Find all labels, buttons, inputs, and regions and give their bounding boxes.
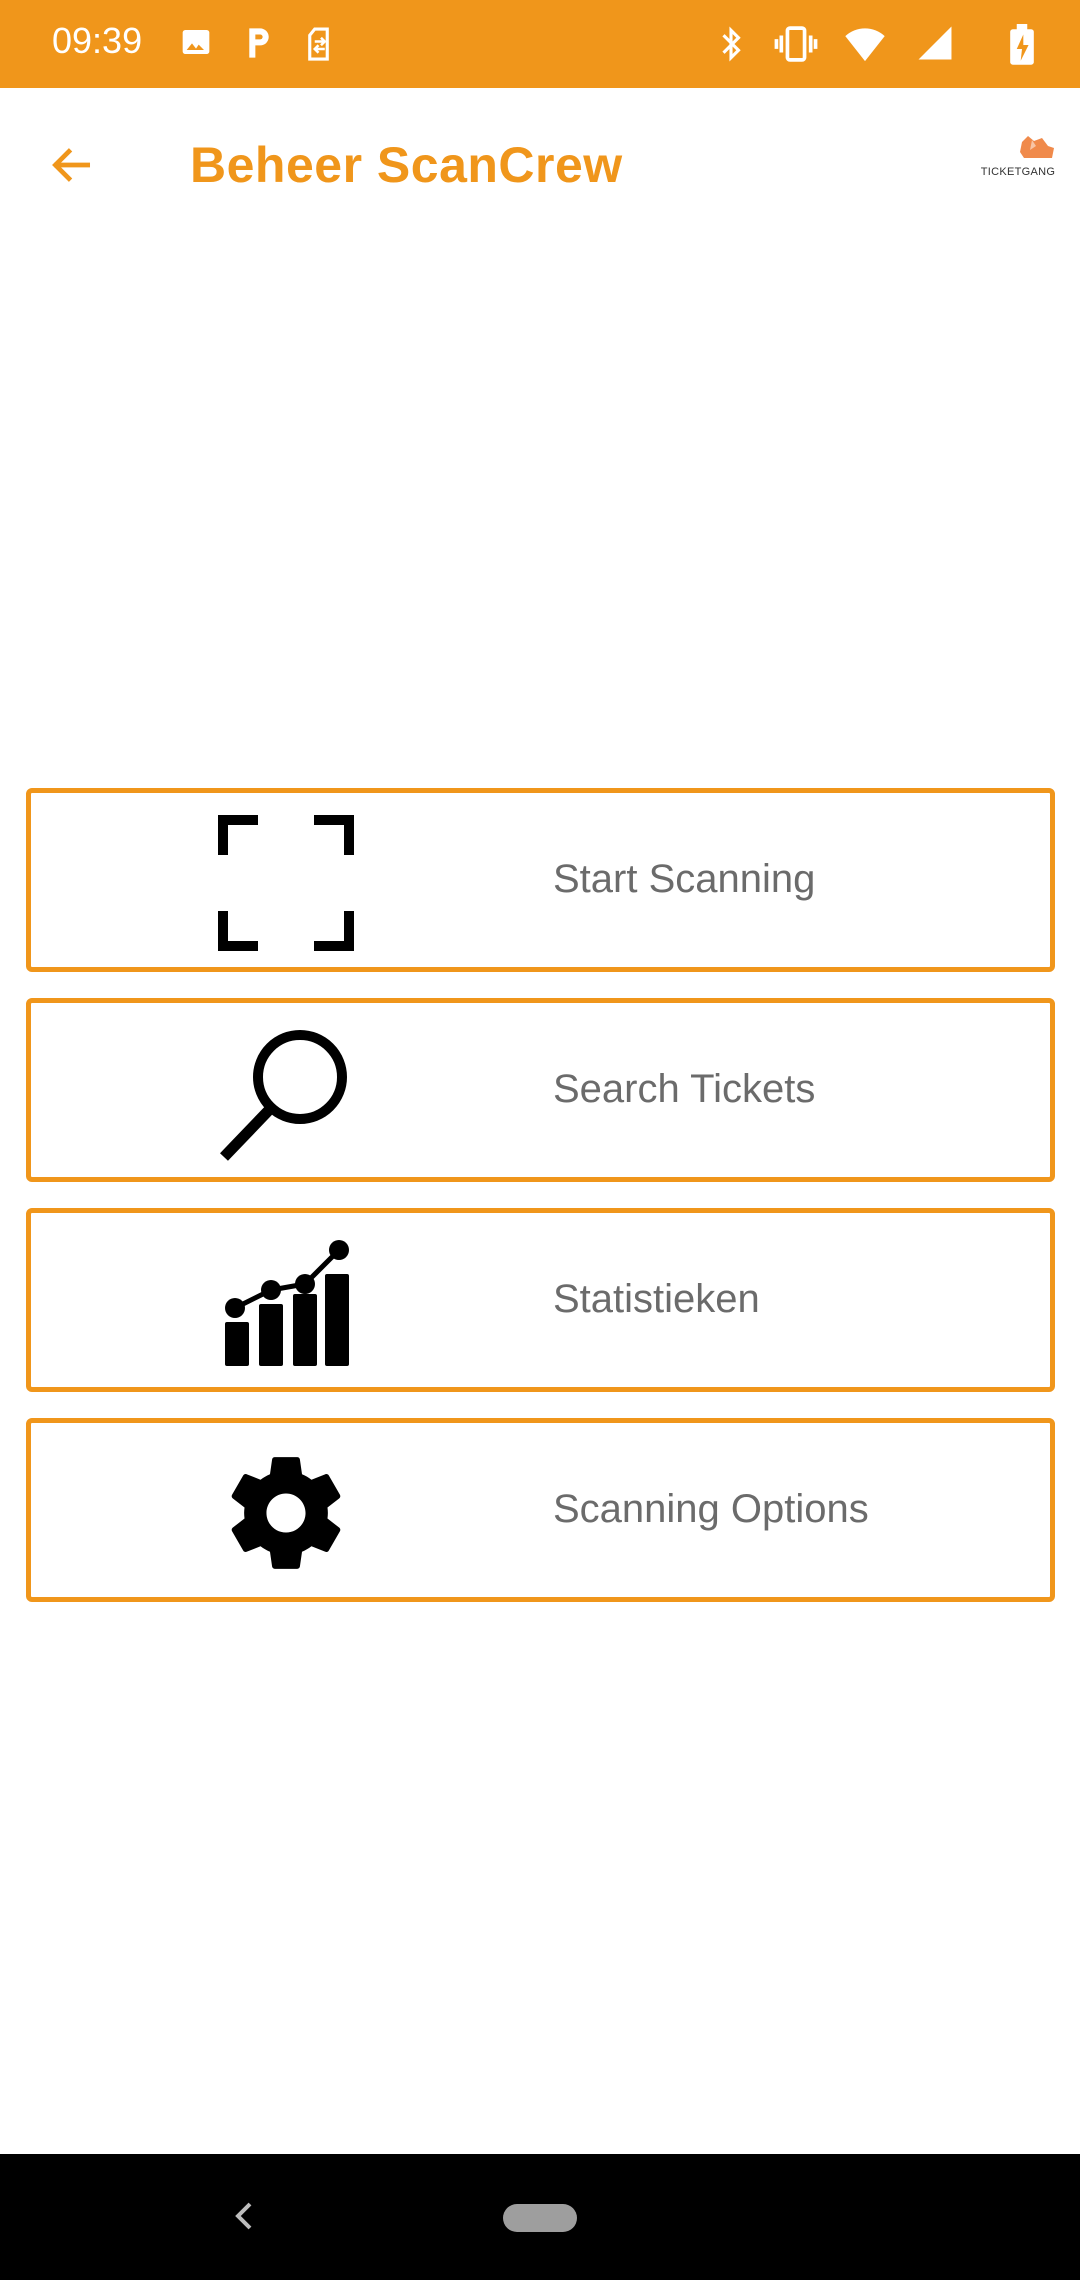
- scanning-options-button[interactable]: Scanning Options: [26, 1418, 1055, 1602]
- arrow-left-icon: [52, 148, 91, 182]
- app-bar: Beheer ScanCrew TICKETGANG: [0, 88, 1080, 240]
- search-tickets-label: Search Tickets: [553, 1067, 816, 1111]
- start-scanning-button[interactable]: Start Scanning: [26, 788, 1055, 972]
- wifi-icon: [845, 28, 885, 62]
- ticketgang-logo: TICKETGANG: [976, 132, 1060, 192]
- statistieken-label: Statistieken: [553, 1277, 760, 1321]
- battery-charging-icon: [1010, 24, 1034, 65]
- vibrate-icon: [774, 26, 818, 62]
- status-bar: 09:39: [0, 0, 1080, 88]
- scan-frame-icon: [216, 813, 356, 953]
- gear-icon: [216, 1443, 356, 1583]
- ticketgang-logo-mark: [1020, 136, 1054, 158]
- system-nav-bar: [0, 2154, 1080, 2280]
- chevron-left-icon[interactable]: [222, 2194, 266, 2238]
- scanning-options-label: Scanning Options: [553, 1487, 869, 1531]
- bluetooth-icon: [722, 26, 741, 62]
- back-button[interactable]: [36, 130, 106, 200]
- logo-text: TICKETGANG: [980, 166, 1056, 178]
- statistieken-button[interactable]: Statistieken: [26, 1208, 1055, 1392]
- start-scanning-label: Start Scanning: [553, 857, 816, 901]
- image-icon: [182, 30, 210, 54]
- parking-icon: [249, 28, 269, 58]
- cell-signal-icon: [918, 26, 952, 60]
- search-tickets-button[interactable]: Search Tickets: [26, 998, 1055, 1182]
- search-icon: [216, 1023, 356, 1163]
- statistics-chart-icon: [216, 1233, 356, 1373]
- page-title: Beheer ScanCrew: [190, 137, 623, 193]
- home-pill-icon[interactable]: [503, 2204, 577, 2232]
- sim-transfer-icon: [308, 27, 329, 61]
- status-time: 09:39: [52, 20, 143, 61]
